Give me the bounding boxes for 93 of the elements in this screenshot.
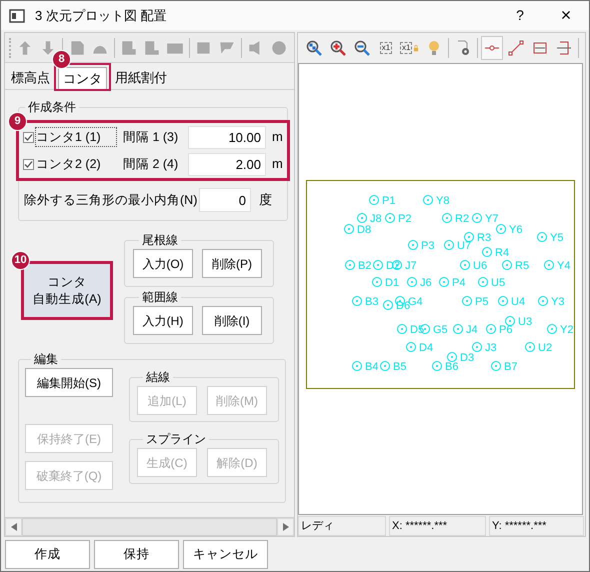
tab[interactable]: 標高点 — [7, 67, 54, 89]
tab[interactable]: 用紙割付 — [111, 67, 171, 89]
survey-point: B2 — [345, 260, 372, 272]
help-button[interactable]: ? — [497, 1, 543, 30]
survey-point: U2 — [525, 342, 552, 354]
zoom-in-icon — [330, 40, 346, 56]
input-field[interactable]: 0 — [199, 188, 251, 212]
toolbar-button[interactable]: x1 — [375, 36, 397, 60]
survey-point: P3 — [408, 240, 434, 252]
unit-label: m — [272, 128, 283, 146]
survey-point: P2 — [385, 213, 412, 225]
close-button[interactable]: × — [543, 1, 589, 30]
survey-point: Y4 — [544, 260, 570, 272]
input-field[interactable]: 10.00 — [188, 126, 266, 148]
scrollbar-thumb[interactable] — [22, 518, 277, 536]
lock-icon — [412, 43, 420, 53]
left-arrow-icon — [10, 523, 16, 531]
survey-point: Y2 — [547, 324, 574, 336]
light-bulb-icon — [426, 40, 442, 56]
survey-point: D6 — [383, 300, 410, 312]
survey-point: U6 — [460, 260, 488, 272]
auto-generate-button[interactable]: コンタ 自動生成(A) — [24, 264, 110, 317]
survey-point: U5 — [478, 277, 506, 289]
window-icon — [9, 8, 25, 24]
input-field[interactable]: 2.00 — [188, 152, 266, 176]
survey-point: R5 — [502, 260, 530, 272]
survey-point: D1 — [372, 277, 400, 289]
survey-point: Y7 — [472, 213, 498, 225]
survey-point: Y6 — [496, 224, 522, 236]
field-label: 間隔 2 (4) — [123, 156, 180, 173]
unit-label: m — [272, 155, 283, 174]
dialog-button[interactable]: キャンセル — [183, 540, 268, 569]
status-field: X: ******.*** — [389, 516, 486, 536]
survey-point: D8 — [344, 224, 372, 236]
checkbox[interactable] — [23, 158, 34, 170]
survey-point: J3 — [472, 342, 497, 354]
survey-point: B5 — [380, 361, 406, 373]
zoom-fit-icon — [306, 40, 322, 56]
window-title: 3 次元プロット図 配置 — [35, 6, 166, 25]
scale-label: x1 — [380, 42, 392, 54]
survey-point: P6 — [486, 324, 512, 336]
page-settings-icon — [455, 40, 471, 56]
checkbox[interactable] — [23, 132, 34, 142]
zoom-out-icon — [354, 40, 370, 56]
survey-point: Y5 — [537, 232, 564, 244]
survey-point: P1 — [369, 195, 396, 207]
action-button[interactable]: 編集開始(S) — [25, 368, 113, 397]
tab[interactable]: コンタ — [58, 67, 107, 89]
group-title: 結線 — [145, 369, 171, 386]
callout-badge: 10 — [11, 251, 30, 270]
survey-point: J6 — [407, 277, 432, 289]
scroll-right-button[interactable] — [277, 518, 294, 536]
action-button[interactable]: 入力(H) — [133, 306, 193, 335]
survey-point: U4 — [498, 296, 526, 308]
group-title: スプライン — [145, 431, 207, 448]
dialog-button[interactable]: 作成 — [5, 540, 90, 569]
survey-point: B7 — [491, 361, 518, 373]
group-title: 作成条件 — [27, 99, 77, 116]
callout-badge: 9 — [8, 112, 27, 131]
survey-point: Y3 — [538, 296, 564, 308]
action-button[interactable]: 削除(P) — [202, 249, 262, 278]
survey-point: R4 — [482, 247, 510, 259]
group-title: 尾根線 — [141, 232, 179, 249]
field-label: 間隔 1 (3) — [123, 128, 180, 146]
scroll-left-button[interactable] — [5, 518, 22, 536]
right-arrow-icon — [282, 523, 288, 531]
status-field: Y: ******.*** — [489, 516, 584, 536]
unit-label: 度 — [259, 191, 272, 210]
survey-point: Y8 — [423, 195, 450, 207]
action-button[interactable]: 入力(O) — [133, 249, 193, 278]
survey-point: D4 — [406, 342, 434, 354]
field-label: 除外する三角形の最小内角(N) — [24, 192, 198, 209]
survey-point: J8 — [357, 213, 382, 225]
survey-point: J4 — [453, 324, 478, 336]
status-field: レディ — [298, 516, 386, 536]
toolbar-button[interactable] — [481, 36, 503, 60]
survey-point: B4 — [352, 361, 378, 373]
scale-label: x1 — [400, 42, 412, 54]
checkbox-label[interactable]: コンタ1 (1) — [36, 128, 116, 146]
rectangle-icon — [532, 40, 548, 56]
checkbox-label[interactable]: コンタ2 (2) — [36, 154, 116, 174]
group-title: 範囲線 — [141, 289, 179, 306]
toolbar-button[interactable]: x1 — [399, 36, 421, 60]
survey-point: P4 — [439, 277, 466, 289]
action-button[interactable]: 削除(I) — [202, 306, 262, 335]
dialog-button[interactable]: 保持 — [94, 540, 179, 569]
survey-point: B6 — [432, 361, 458, 373]
diagonal-line-icon — [508, 40, 524, 56]
survey-point: P5 — [462, 296, 488, 308]
group-title: 編集 — [33, 351, 59, 368]
rectangle-icon — [556, 40, 572, 56]
survey-point: R2 — [442, 213, 470, 225]
survey-point: B3 — [352, 296, 378, 308]
